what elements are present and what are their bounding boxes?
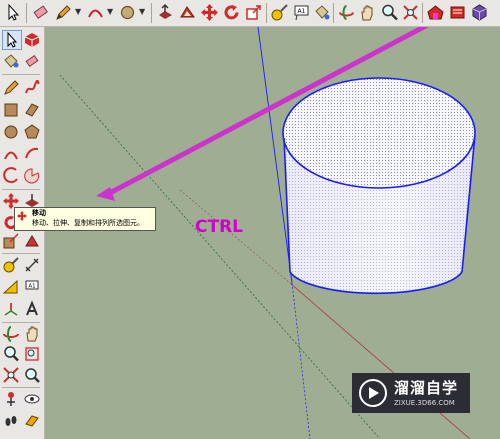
select-icon[interactable]: [4, 3, 23, 22]
tooltip-title: 移动: [32, 209, 46, 217]
component-icon[interactable]: [470, 3, 489, 22]
follow-me-tool-icon[interactable]: [23, 232, 41, 250]
position-camera-tool-icon[interactable]: [2, 390, 20, 408]
red-axis-line: [289, 282, 471, 439]
rotate-icon[interactable]: [222, 3, 241, 22]
blue-axis-dashed-line: [291, 282, 311, 439]
svg-text:A1: A1: [298, 8, 306, 15]
watermark-title: 溜溜自学: [394, 379, 459, 397]
arc-icon[interactable]: [86, 3, 105, 22]
two-point-arc-tool-icon[interactable]: [23, 145, 41, 163]
zoom-extents-icon[interactable]: [401, 3, 420, 22]
eraser-icon[interactable]: [31, 3, 50, 22]
tool-palette: A1: [0, 27, 45, 439]
circle-dropdown-icon[interactable]: ▼: [139, 8, 145, 16]
pencil-dropdown-icon[interactable]: ▼: [75, 8, 81, 16]
three-point-arc-tool-icon[interactable]: [2, 167, 20, 185]
scale-tool-icon[interactable]: [2, 232, 20, 250]
dimension-tool-icon[interactable]: [23, 256, 41, 274]
pan-icon[interactable]: [358, 3, 377, 22]
tape-measure-tool-icon[interactable]: [2, 256, 20, 274]
protractor-tool-icon[interactable]: [2, 278, 20, 296]
ctrl-key-label: CTRL: [195, 217, 243, 237]
circle-tool-icon[interactable]: [2, 123, 20, 141]
orbit-icon[interactable]: [337, 3, 356, 22]
select-tool-icon[interactable]: [2, 30, 22, 50]
eraser-tool-icon[interactable]: [23, 52, 41, 70]
pan-tool-icon[interactable]: [23, 325, 41, 343]
move-icon: [17, 211, 27, 221]
zoom-extents-tool-icon[interactable]: [2, 366, 20, 384]
polygon-tool-icon[interactable]: [23, 123, 41, 141]
offset-icon[interactable]: [178, 3, 197, 22]
tape-measure-icon[interactable]: [270, 3, 289, 22]
orbit-tool-icon[interactable]: [2, 325, 20, 343]
3d-text-tool-icon[interactable]: [23, 300, 41, 318]
zoom-icon[interactable]: [380, 3, 399, 22]
text-icon[interactable]: A1: [292, 3, 311, 22]
axes-tool-icon[interactable]: [2, 300, 20, 318]
pie-tool-icon[interactable]: [23, 167, 41, 185]
paint-tool-icon[interactable]: [2, 52, 20, 70]
cylinder-model[interactable]: [282, 77, 476, 295]
zoom-window-tool-icon[interactable]: [23, 345, 41, 363]
arc-tool-icon[interactable]: [2, 145, 20, 163]
previous-view-tool-icon[interactable]: [23, 366, 41, 384]
walk-tool-icon[interactable]: [2, 412, 20, 430]
line-tool-icon[interactable]: [2, 79, 20, 97]
warehouse-icon[interactable]: [426, 3, 445, 22]
freehand-tool-icon[interactable]: [23, 79, 41, 97]
text-tool-icon[interactable]: A1: [23, 278, 41, 296]
watermark-url: ZIXUE.3D66.COM: [394, 399, 455, 407]
main-toolbar: ▼ ▼ ▼ A1: [0, 0, 500, 27]
pencil-icon[interactable]: [54, 3, 73, 22]
look-around-tool-icon[interactable]: [23, 390, 41, 408]
move-tool-tooltip: 移动 移动、拉伸、复制和排列所选图元。: [14, 207, 156, 231]
rotated-rectangle-tool-icon[interactable]: [23, 101, 41, 119]
make-component-icon[interactable]: [23, 31, 41, 49]
push-pull-icon[interactable]: [156, 3, 175, 22]
arc-dropdown-icon[interactable]: ▼: [107, 8, 113, 16]
rectangle-tool-icon[interactable]: [2, 101, 20, 119]
watermark-badge: 溜溜自学 ZIXUE.3D66.COM: [352, 373, 470, 413]
tooltip-description: 移动、拉伸、复制和排列所选图元。: [32, 219, 144, 227]
svg-text:A1: A1: [28, 284, 35, 290]
scale-icon[interactable]: [244, 3, 263, 22]
extension-icon[interactable]: [448, 3, 467, 22]
circle-icon[interactable]: [118, 3, 137, 22]
play-logo-icon: [359, 379, 387, 407]
zoom-tool-icon[interactable]: [2, 345, 20, 363]
paint-bucket-icon[interactable]: [312, 3, 331, 22]
move-icon[interactable]: [200, 3, 219, 22]
section-plane-tool-icon[interactable]: [23, 412, 41, 430]
